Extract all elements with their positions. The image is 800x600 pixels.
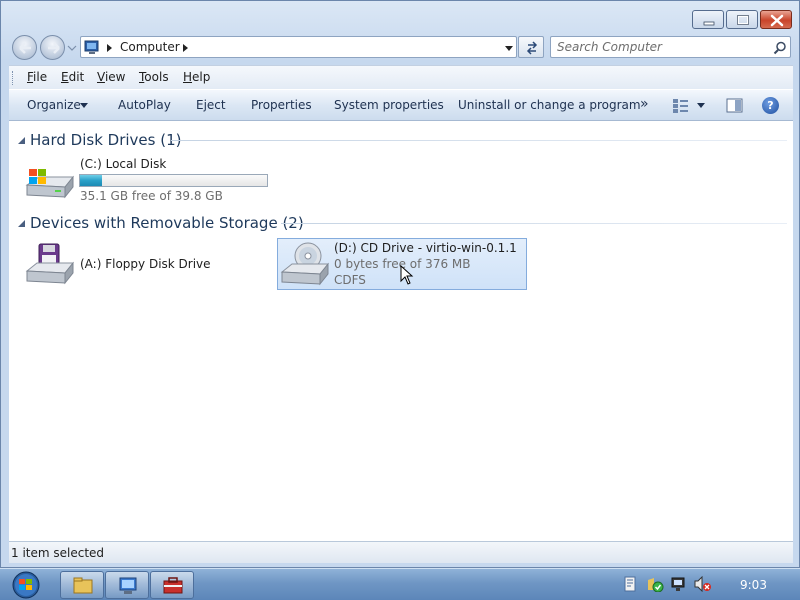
menu-file[interactable]: File xyxy=(27,70,47,84)
recent-pages-dropdown-icon[interactable] xyxy=(67,43,77,53)
toolbox-icon xyxy=(163,577,183,594)
refresh-icon xyxy=(526,41,538,55)
close-icon xyxy=(770,14,784,27)
preview-pane-icon[interactable] xyxy=(726,98,744,114)
address-history-dropdown-icon[interactable] xyxy=(504,45,514,52)
local-disk-icon[interactable] xyxy=(25,165,75,201)
computer-icon xyxy=(84,40,99,54)
maximize-button[interactable] xyxy=(726,10,758,29)
minimize-icon xyxy=(703,21,715,26)
group-header-hard-disks[interactable]: Hard Disk Drives (1) xyxy=(9,131,209,151)
start-button[interactable] xyxy=(7,570,45,600)
more-commands-button[interactable]: » xyxy=(640,96,649,112)
cd-drive-label: (D:) CD Drive - virtio-win-0.1.1 xyxy=(334,241,517,255)
cd-drive-filesystem: CDFS xyxy=(334,273,366,287)
volume-muted-icon[interactable] xyxy=(694,576,712,592)
view-options-dropdown-icon[interactable] xyxy=(697,103,705,108)
local-disk-free-space: 35.1 GB free of 39.8 GB xyxy=(80,189,223,203)
floppy-drive-icon[interactable] xyxy=(25,243,75,285)
collapse-arrow-icon[interactable] xyxy=(17,137,26,144)
properties-button[interactable]: Properties xyxy=(251,98,312,112)
menu-grip xyxy=(12,71,15,85)
system-properties-button[interactable]: System properties xyxy=(334,98,444,112)
organize-dropdown-icon[interactable] xyxy=(80,103,88,108)
search-icon[interactable] xyxy=(773,41,787,55)
menu-help[interactable]: Help xyxy=(183,70,210,84)
group-header-removable[interactable]: Devices with Removable Storage (2) xyxy=(9,214,304,234)
collapse-arrow-icon[interactable] xyxy=(17,220,26,227)
floppy-drive-label[interactable]: (A:) Floppy Disk Drive xyxy=(80,257,211,271)
content-pane: Hard Disk Drives (1) (C:) Local Disk 35.… xyxy=(9,121,793,541)
disk-usage-bar xyxy=(79,174,268,187)
clock[interactable]: 9:03 xyxy=(740,578,767,592)
uninstall-program-button[interactable]: Uninstall or change a program xyxy=(458,98,641,112)
network-app-icon xyxy=(119,577,137,594)
mouse-cursor-icon xyxy=(400,265,414,285)
disk-usage-fill xyxy=(80,175,103,186)
breadcrumb-arrow-icon[interactable] xyxy=(182,43,190,53)
minimize-button[interactable] xyxy=(692,10,724,29)
status-text: 1 item selected xyxy=(11,546,105,560)
forward-arrow-icon xyxy=(48,42,60,54)
menu-edit[interactable]: Edit xyxy=(61,70,84,84)
status-bar: 1 item selected xyxy=(9,541,793,563)
search-input[interactable] xyxy=(557,39,757,55)
local-disk-label[interactable]: (C:) Local Disk xyxy=(80,157,166,171)
menu-tools[interactable]: Tools xyxy=(139,70,169,84)
network-icon[interactable] xyxy=(670,576,688,592)
taskbar-explorer-button[interactable] xyxy=(60,571,104,599)
address-bar[interactable]: Computer xyxy=(80,36,517,58)
menu-bar: File Edit View Tools Help xyxy=(9,65,793,89)
taskbar-toolbox-button[interactable] xyxy=(150,571,194,599)
flag-icon[interactable] xyxy=(624,576,636,592)
back-arrow-icon xyxy=(19,42,31,54)
eject-button[interactable]: Eject xyxy=(196,98,226,112)
back-button[interactable] xyxy=(12,35,37,60)
taskbar-network-app-button[interactable] xyxy=(105,571,149,599)
group-divider xyxy=(281,223,787,224)
close-button[interactable] xyxy=(760,10,792,29)
explorer-icon xyxy=(73,577,93,594)
breadcrumb-arrow-icon[interactable] xyxy=(106,43,114,53)
help-button[interactable]: ? xyxy=(762,97,779,114)
group-divider xyxy=(171,140,787,141)
refresh-button[interactable] xyxy=(518,36,544,58)
autoplay-button[interactable]: AutoPlay xyxy=(118,98,171,112)
action-center-icon[interactable] xyxy=(646,576,664,592)
maximize-icon xyxy=(737,15,749,25)
breadcrumb-computer[interactable]: Computer xyxy=(120,40,180,54)
search-box[interactable] xyxy=(550,36,791,58)
organize-button[interactable]: Organize xyxy=(27,98,81,112)
taskbar: 9:03 xyxy=(0,568,800,600)
cd-drive-icon xyxy=(280,242,330,286)
change-view-icon[interactable] xyxy=(672,98,690,114)
forward-button[interactable] xyxy=(40,35,65,60)
command-bar: Organize AutoPlay Eject Properties Syste… xyxy=(9,89,793,121)
menu-view[interactable]: View xyxy=(97,70,125,84)
